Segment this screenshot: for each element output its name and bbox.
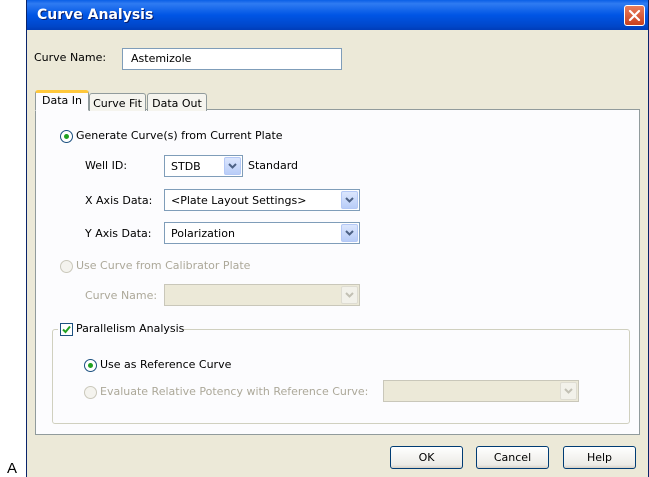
- y-axis-label: Y Axis Data:: [85, 227, 152, 240]
- well-id-select[interactable]: STDB: [164, 155, 243, 177]
- tab-curve-fit[interactable]: Curve Fit: [89, 93, 146, 111]
- well-id-value: STDB: [171, 160, 201, 173]
- close-icon: [628, 9, 641, 22]
- calibrator-curve-label: Use Curve from Calibrator Plate: [76, 259, 251, 272]
- help-button[interactable]: Help: [563, 446, 636, 469]
- chevron-down-icon: [228, 163, 237, 169]
- calibrator-dropdown-button[interactable]: [341, 286, 358, 304]
- x-axis-label: X Axis Data:: [85, 194, 153, 207]
- well-id-label: Well ID:: [85, 159, 128, 172]
- tab-data-in[interactable]: Data In: [35, 90, 89, 111]
- calibrator-curve-select[interactable]: [164, 284, 360, 306]
- chevron-down-icon: [345, 197, 354, 203]
- data-in-panel: Generate Curve(s) from Current Plate Wel…: [35, 109, 640, 435]
- y-axis-value: Polarization: [171, 227, 235, 240]
- curve-name-input[interactable]: Astemizole: [122, 48, 342, 70]
- x-axis-value: <Plate Layout Settings>: [171, 194, 307, 207]
- calibrator-name-label: Curve Name:: [85, 289, 158, 302]
- figure-label: A: [7, 460, 18, 477]
- cancel-button[interactable]: Cancel: [476, 446, 549, 469]
- relative-potency-label: Evaluate Relative Potency with Reference…: [100, 385, 369, 398]
- generate-curves-label: Generate Curve(s) from Current Plate: [76, 129, 283, 142]
- y-axis-select[interactable]: Polarization: [164, 222, 360, 244]
- relative-potency-radio[interactable]: [84, 386, 97, 399]
- ok-button[interactable]: OK: [390, 446, 463, 469]
- x-axis-select[interactable]: <Plate Layout Settings>: [164, 189, 360, 211]
- parallelism-groupbox: [52, 329, 630, 424]
- reference-curve-radio[interactable]: [84, 359, 97, 372]
- curve-analysis-dialog: Curve Analysis Curve Name: Astemizole Cu…: [26, 0, 649, 477]
- curve-name-label: Curve Name:: [34, 51, 107, 64]
- tab-data-out[interactable]: Data Out: [147, 93, 207, 111]
- close-button[interactable]: [624, 5, 645, 26]
- parallelism-checkbox[interactable]: [60, 323, 73, 336]
- generate-curves-radio[interactable]: [60, 130, 73, 143]
- window-title: Curve Analysis: [37, 7, 154, 23]
- y-axis-dropdown-button[interactable]: [341, 224, 358, 242]
- calibrator-curve-radio[interactable]: [60, 260, 73, 273]
- relative-potency-dropdown-button[interactable]: [560, 382, 577, 400]
- well-id-description: Standard: [248, 159, 299, 172]
- title-bar[interactable]: Curve Analysis: [27, 0, 648, 30]
- chevron-down-icon: [564, 388, 573, 394]
- chevron-down-icon: [345, 292, 354, 298]
- checkmark-icon: [62, 325, 71, 334]
- chevron-down-icon: [345, 230, 354, 236]
- well-id-dropdown-button[interactable]: [224, 157, 241, 175]
- x-axis-dropdown-button[interactable]: [341, 191, 358, 209]
- parallelism-label: Parallelism Analysis: [76, 322, 185, 335]
- reference-curve-label: Use as Reference Curve: [100, 358, 232, 371]
- relative-potency-select[interactable]: [383, 380, 579, 402]
